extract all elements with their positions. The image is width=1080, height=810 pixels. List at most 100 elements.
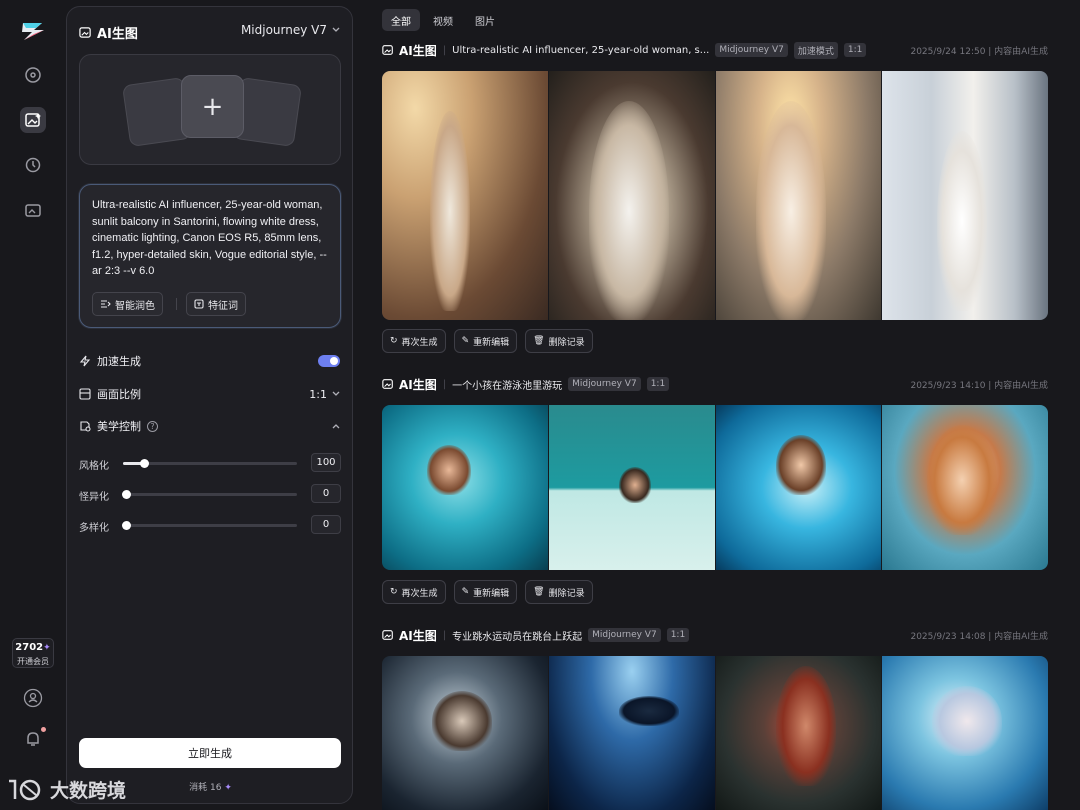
feed-title: AI生图 bbox=[382, 42, 437, 59]
feature-words-button[interactable]: 特征词 bbox=[186, 292, 246, 316]
feed-header: AI生图 | Ultra-realistic AI influencer, 25… bbox=[382, 41, 1048, 59]
speed-label: 加速生成 bbox=[97, 355, 141, 368]
lightning-icon bbox=[79, 355, 91, 367]
image-upload-area[interactable]: + bbox=[79, 54, 341, 165]
generation-panel: AI生图 Midjourney V7 + Ultra-realistic AI … bbox=[66, 6, 353, 804]
tab-all[interactable]: 全部 bbox=[382, 9, 420, 31]
generated-image[interactable] bbox=[715, 656, 882, 810]
explore-icon[interactable] bbox=[20, 62, 46, 88]
regenerate-label: 再次生成 bbox=[401, 337, 438, 348]
divider: | bbox=[442, 44, 447, 56]
feed-item: AI生图 | 专业跳水运动员在跳台上跃起 Midjourney V7 1:1 2… bbox=[382, 626, 1048, 810]
prompt-text[interactable]: Ultra-realistic AI influencer, 25-year-o… bbox=[92, 197, 330, 280]
regenerate-button[interactable]: ↻ 再次生成 bbox=[382, 580, 446, 604]
stylize-slider[interactable] bbox=[123, 459, 297, 468]
assets-icon[interactable] bbox=[20, 197, 46, 223]
chevron-down-icon bbox=[332, 27, 340, 32]
ratio-tag: 1:1 bbox=[646, 377, 670, 391]
slider-knob[interactable] bbox=[122, 490, 132, 499]
weird-slider-row: 怪异化 0 bbox=[79, 484, 341, 504]
smart-polish-button[interactable]: 智能润色 bbox=[92, 292, 163, 316]
slider-knob[interactable] bbox=[139, 459, 149, 468]
mode-tag: 加速模式 bbox=[793, 41, 838, 59]
ratio-icon bbox=[79, 388, 91, 400]
model-tag: Midjourney V7 bbox=[568, 377, 641, 391]
feed-title-text: AI生图 bbox=[399, 377, 437, 392]
prompt-input[interactable]: Ultra-realistic AI influencer, 25-year-o… bbox=[79, 184, 341, 328]
image-gen-icon bbox=[382, 630, 393, 640]
tab-video[interactable]: 视频 bbox=[424, 9, 462, 31]
reedit-button[interactable]: ✎ 重新编辑 bbox=[453, 580, 518, 604]
logo-icon[interactable] bbox=[20, 18, 46, 44]
generated-image[interactable] bbox=[382, 405, 548, 570]
feed-title-text: AI生图 bbox=[399, 628, 437, 643]
delete-label: 删除记录 bbox=[548, 337, 585, 348]
delete-button[interactable]: 🗑 删除记录 bbox=[525, 329, 593, 353]
regenerate-button[interactable]: ↻ 再次生成 bbox=[382, 329, 446, 353]
image-grid bbox=[382, 405, 1048, 570]
feed-item: AI生图 | Ultra-realistic AI influencer, 25… bbox=[382, 41, 1048, 361]
delete-button[interactable]: 🗑 删除记录 bbox=[525, 580, 593, 604]
add-image-button[interactable]: + bbox=[181, 75, 244, 138]
slider-value[interactable]: 0 bbox=[311, 515, 341, 534]
refresh-icon: ↻ bbox=[390, 587, 398, 597]
variety-slider[interactable] bbox=[122, 521, 297, 530]
aesthetic-row[interactable]: 美学控制 ? bbox=[79, 417, 340, 435]
generated-image[interactable] bbox=[715, 71, 882, 320]
feed-prompt[interactable]: 一个小孩在游泳池里游玩 bbox=[452, 377, 562, 392]
ratio-label: 画面比例 bbox=[97, 388, 141, 401]
weird-slider[interactable] bbox=[122, 490, 297, 499]
chevron-down-icon bbox=[332, 391, 340, 396]
slider-label: 风格化 bbox=[79, 461, 109, 472]
history-icon[interactable] bbox=[20, 152, 46, 178]
model-select-label: Midjourney V7 bbox=[240, 23, 327, 37]
variety-slider-row: 多样化 0 bbox=[79, 515, 341, 535]
filter-tabs: 全部 视频 图片 bbox=[382, 9, 504, 31]
generate-button[interactable]: 立即生成 bbox=[79, 738, 341, 768]
divider: | bbox=[442, 629, 447, 641]
credits-badge[interactable]: 2702✦ 开通会员 bbox=[12, 638, 54, 668]
reedit-button[interactable]: ✎ 重新编辑 bbox=[453, 329, 518, 353]
slider-value[interactable]: 100 bbox=[311, 453, 341, 472]
generated-image[interactable] bbox=[882, 405, 1048, 570]
divider bbox=[176, 298, 177, 310]
generated-image[interactable] bbox=[548, 656, 715, 810]
help-icon[interactable]: ? bbox=[147, 420, 158, 432]
speed-toggle[interactable] bbox=[318, 355, 340, 367]
generated-image[interactable] bbox=[882, 656, 1048, 810]
slider-value[interactable]: 0 bbox=[311, 484, 341, 503]
ratio-row[interactable]: 画面比例 1:1 bbox=[79, 385, 340, 403]
reedit-label: 重新编辑 bbox=[473, 588, 510, 599]
generated-image[interactable] bbox=[882, 71, 1048, 320]
feed-prompt[interactable]: Ultra-realistic AI influencer, 25-year-o… bbox=[452, 45, 709, 56]
tag-icon bbox=[194, 299, 204, 309]
generated-image[interactable] bbox=[715, 405, 882, 570]
slider-knob[interactable] bbox=[122, 521, 132, 530]
user-icon[interactable] bbox=[20, 685, 46, 711]
feed-prompt[interactable]: 专业跳水运动员在跳台上跃起 bbox=[452, 628, 582, 643]
image-gen-icon[interactable] bbox=[20, 107, 46, 133]
trash-icon: 🗑 bbox=[533, 587, 545, 597]
reedit-label: 重新编辑 bbox=[473, 337, 510, 348]
feed-meta: 2025/9/23 14:08 | 内容由AI生成 bbox=[910, 631, 1048, 642]
edit-icon: ✎ bbox=[461, 336, 470, 346]
aesthetic-icon bbox=[80, 421, 91, 432]
image-grid bbox=[382, 656, 1048, 810]
action-row: ↻ 再次生成 ✎ 重新编辑 🗑 删除记录 bbox=[382, 580, 593, 604]
generated-image[interactable] bbox=[548, 71, 715, 320]
feed-title: AI生图 bbox=[382, 627, 437, 644]
trash-icon: 🗑 bbox=[533, 336, 545, 346]
edit-icon: ✎ bbox=[461, 587, 470, 597]
credits-count: 2702 bbox=[15, 642, 44, 653]
tab-image[interactable]: 图片 bbox=[466, 9, 504, 31]
generated-image[interactable] bbox=[548, 405, 715, 570]
generated-image[interactable] bbox=[382, 656, 548, 810]
vip-link[interactable]: 开通会员 bbox=[13, 655, 53, 668]
feed-title: AI生图 bbox=[382, 376, 437, 393]
delete-label: 删除记录 bbox=[548, 588, 585, 599]
generated-image[interactable] bbox=[382, 71, 548, 320]
model-select[interactable]: Midjourney V7 bbox=[241, 23, 340, 37]
image-gen-icon bbox=[382, 379, 393, 389]
aesthetic-label: 美学控制 bbox=[97, 420, 141, 433]
feed-header: AI生图 | 专业跳水运动员在跳台上跃起 Midjourney V7 1:1 2… bbox=[382, 626, 1048, 644]
